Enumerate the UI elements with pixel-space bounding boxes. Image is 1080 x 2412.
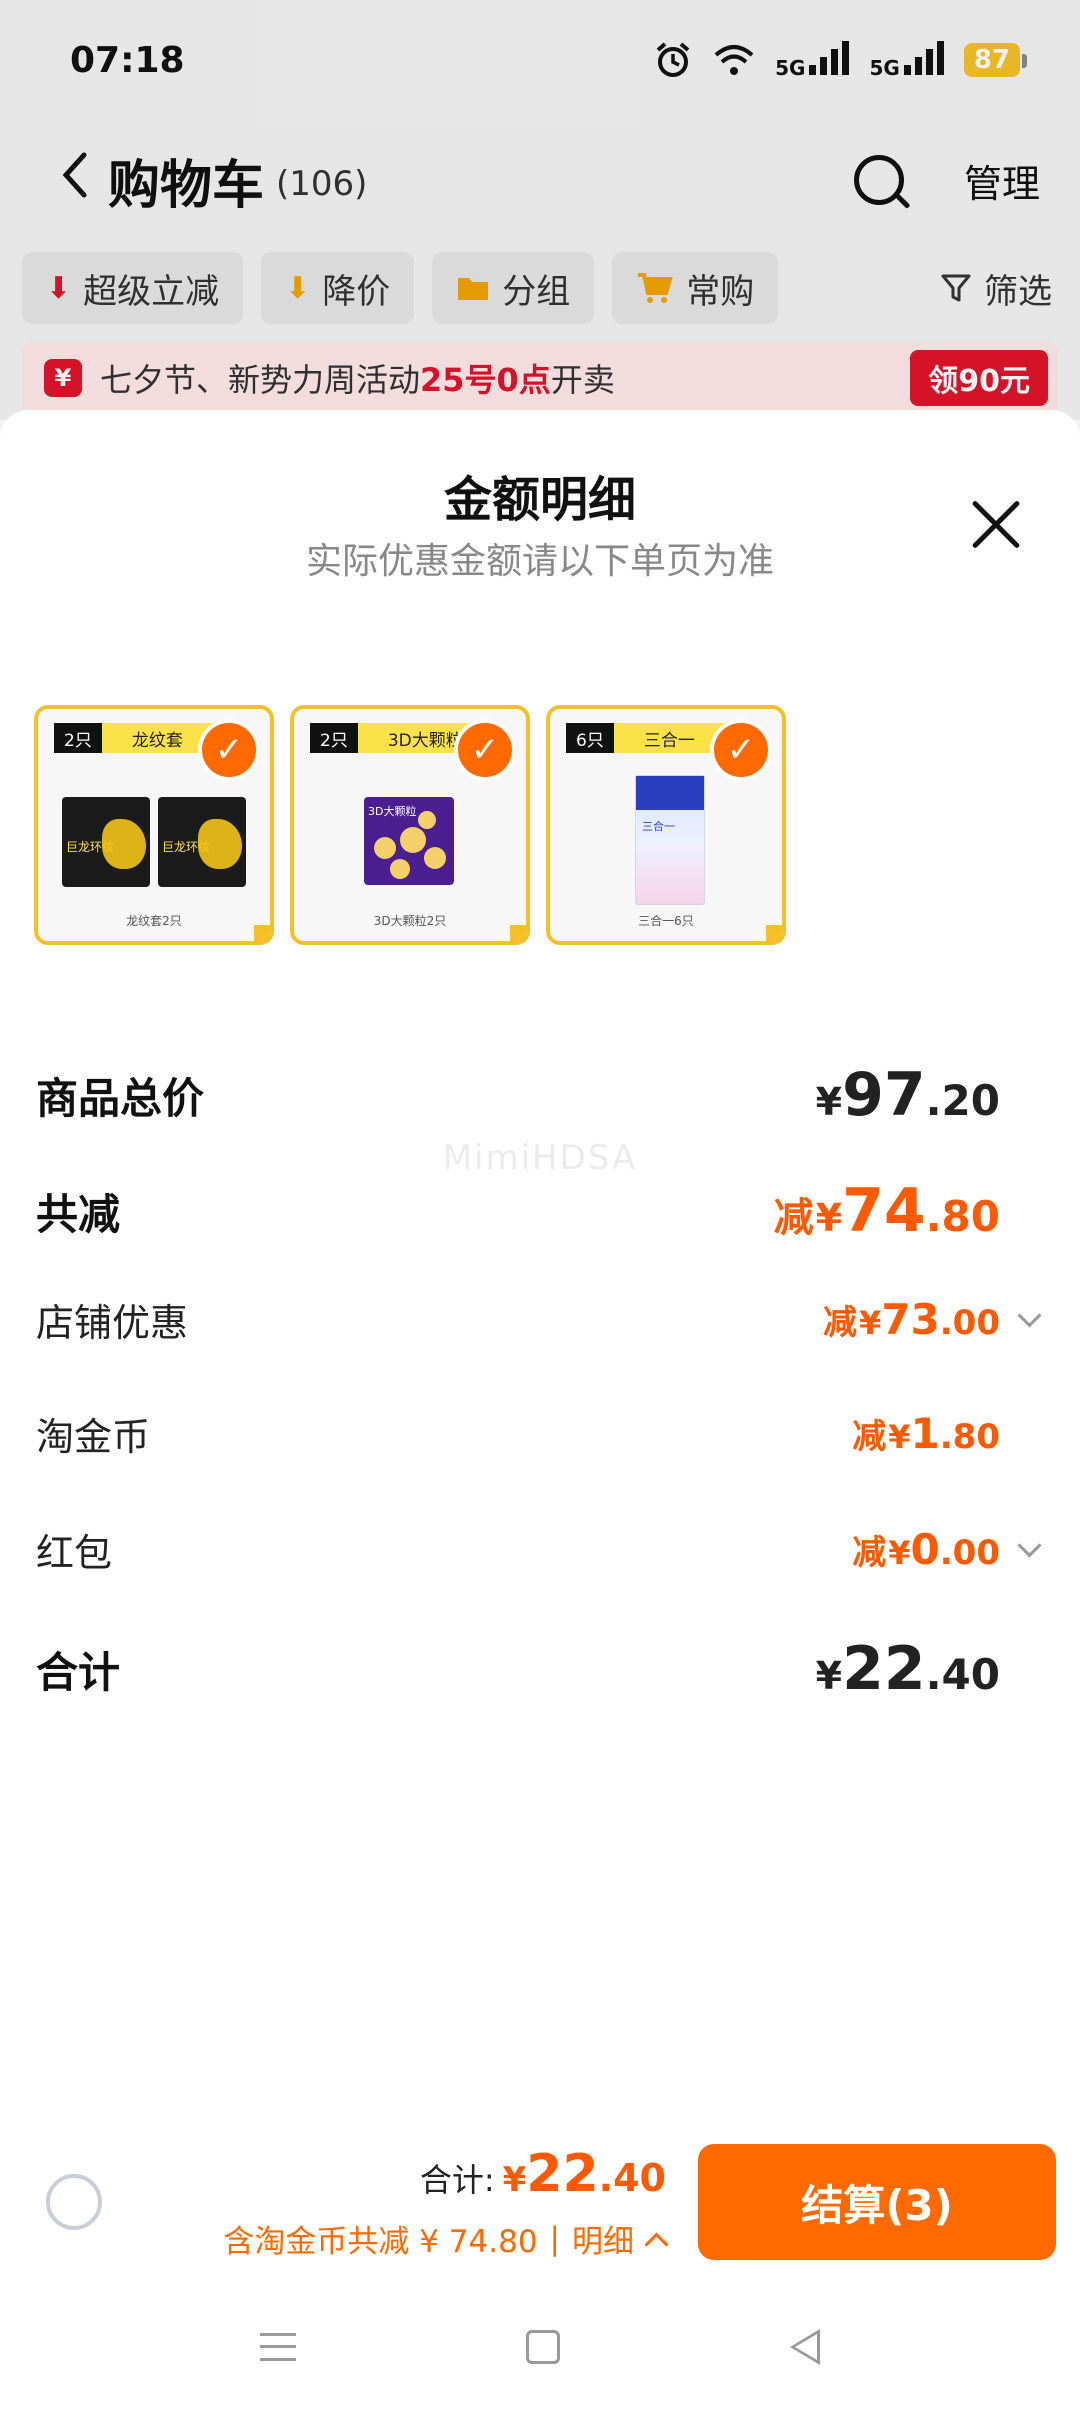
product-tag-label: 龙纹套 — [131, 730, 183, 751]
price-int: 97 — [842, 1060, 926, 1130]
chevron-down-icon[interactable] — [1014, 1535, 1044, 1565]
total-discount-value: 减 ¥74.80 — [774, 1176, 1000, 1246]
currency-symbol: ¥ — [815, 1080, 843, 1124]
thumb-corner — [254, 925, 270, 941]
check-icon[interactable]: ✓ — [198, 719, 260, 781]
price-int: 22 — [526, 2144, 599, 2204]
discount-text: 含淘金币共减 ¥ 74.80 — [223, 2224, 538, 2260]
sum-value: ¥22.40 — [816, 1634, 1000, 1704]
row-label: 共减 — [36, 1189, 121, 1239]
product-caption: 三合一6只 — [638, 914, 694, 928]
dim-overlay[interactable] — [0, 0, 1080, 420]
row-goods-total: 商品总价 ¥97.20 — [36, 1060, 1044, 1130]
product-thumb[interactable]: 2只 3D大颗粒 3D大颗粒 3D大颗粒2只 ✓ — [290, 705, 530, 945]
row-label: 店铺优惠 — [36, 1301, 189, 1345]
home-icon[interactable] — [526, 2330, 560, 2364]
red-packet-value: 减 ¥0.00 — [852, 1525, 1000, 1574]
row-shop-discount[interactable]: 店铺优惠 减 ¥73.00 — [36, 1292, 1044, 1347]
discount-prefix: 减 — [823, 1303, 858, 1343]
taojinbi-value: 减 ¥1.80 — [852, 1409, 1000, 1458]
sheet-subtitle: 实际优惠金额请以下单页为准 — [305, 541, 774, 582]
dragon-graphic — [102, 819, 146, 869]
discount-prefix: 减 — [852, 1417, 887, 1457]
watermark: MimiHDSA — [442, 1138, 638, 1178]
currency-symbol: ¥ — [815, 1196, 843, 1240]
back-triangle-icon[interactable] — [790, 2329, 820, 2365]
box-band — [636, 776, 704, 810]
discount-detail-toggle[interactable]: 含淘金币共减 ¥ 74.80 | 明细 — [223, 2216, 666, 2261]
product-caption: 3D大颗粒2只 — [373, 914, 447, 928]
row-label: 红包 — [36, 1531, 113, 1575]
currency-symbol: ¥ — [815, 1654, 843, 1698]
product-image: 3D大颗粒 — [364, 797, 454, 885]
shop-discount-value: 减 ¥73.00 — [823, 1295, 1000, 1344]
product-thumb[interactable]: 6只 三合一 三合一 三合一6只 ✓ — [546, 705, 786, 945]
price-dec: .20 — [925, 1076, 1000, 1125]
currency-symbol: ¥ — [502, 2160, 527, 2200]
dragon-graphic — [198, 819, 242, 869]
check-icon[interactable]: ✓ — [710, 719, 772, 781]
price-dec: .80 — [939, 1417, 1000, 1457]
select-all-radio[interactable] — [46, 2174, 102, 2230]
currency-symbol: ¥ — [888, 1534, 911, 1572]
sheet-title: 金额明细 — [443, 472, 636, 528]
row-total-discount: 共减 减 ¥74.80 — [36, 1176, 1044, 1246]
separator: | — [549, 2220, 560, 2257]
price-int: 22 — [842, 1634, 926, 1704]
goods-total-value: ¥97.20 — [816, 1060, 1000, 1130]
chevron-up-icon — [644, 2228, 666, 2250]
currency-symbol: ¥ — [859, 1304, 882, 1342]
close-icon[interactable] — [970, 498, 1022, 550]
product-thumb[interactable]: 2只 龙纹套 巨龙环纹 巨龙环纹 龙纹套2只 ✓ — [34, 705, 274, 945]
row-label: 合计 — [36, 1647, 121, 1697]
product-image: 三合一 — [635, 775, 705, 905]
price-detail-sheet: 金额明细 实际优惠金额请以下单页为准 2只 龙纹套 巨龙环纹 巨龙环纹 龙纹套2… — [0, 410, 1080, 2412]
product-qty: 2只 — [310, 723, 358, 753]
row-red-packet[interactable]: 红包 减 ¥0.00 — [36, 1522, 1044, 1577]
row-label: 商品总价 — [36, 1073, 205, 1123]
price-dec: .00 — [939, 1533, 1000, 1573]
checkout-button[interactable]: 结算(3) — [698, 2144, 1056, 2260]
bottom-total: 合计: ¥22.40 — [420, 2144, 666, 2204]
price-dec: .80 — [925, 1192, 1000, 1241]
discount-prefix: 减 — [773, 1195, 814, 1241]
price-dec: .00 — [939, 1303, 1000, 1343]
price-int: 1 — [910, 1409, 940, 1458]
chevron-down-icon[interactable] — [1014, 1305, 1044, 1335]
row-sum: 合计 ¥22.40 — [36, 1634, 1044, 1704]
price-int: 73 — [881, 1295, 940, 1344]
price-int: 74 — [842, 1176, 926, 1246]
product-tag-label: 3D大颗粒 — [387, 730, 463, 751]
detail-label: 明细 — [572, 2224, 634, 2260]
row-taojinbi: 淘金币 减 ¥1.80 — [36, 1406, 1044, 1461]
product-image: 巨龙环纹 — [62, 797, 150, 887]
product-qty: 6只 — [566, 723, 614, 753]
product-caption: 龙纹套2只 — [126, 914, 182, 928]
box-label: 三合一 — [642, 820, 675, 833]
discount-prefix: 减 — [852, 1533, 887, 1573]
thumb-corner — [766, 925, 782, 941]
total-label: 合计: — [419, 2161, 495, 2199]
box-label: 3D大颗粒 — [368, 805, 417, 818]
product-tag-label: 三合一 — [643, 730, 695, 751]
system-nav-bar — [0, 2282, 1080, 2412]
price-dec: .40 — [598, 2156, 666, 2200]
check-icon[interactable]: ✓ — [454, 719, 516, 781]
product-thumbnails: 2只 龙纹套 巨龙环纹 巨龙环纹 龙纹套2只 ✓ 2只 3D大颗粒 3D大颗粒 … — [34, 705, 786, 945]
currency-symbol: ¥ — [888, 1418, 911, 1456]
row-label: 淘金币 — [36, 1415, 151, 1459]
product-qty: 2只 — [54, 723, 102, 753]
price-dec: .40 — [925, 1650, 1000, 1699]
menu-icon[interactable] — [260, 2333, 296, 2361]
thumb-corner — [510, 925, 526, 941]
product-image: 巨龙环纹 — [158, 797, 246, 887]
checkout-bar: 合计: ¥22.40 含淘金币共减 ¥ 74.80 | 明细 结算(3) — [0, 2118, 1080, 2268]
price-int: 0 — [910, 1525, 940, 1574]
